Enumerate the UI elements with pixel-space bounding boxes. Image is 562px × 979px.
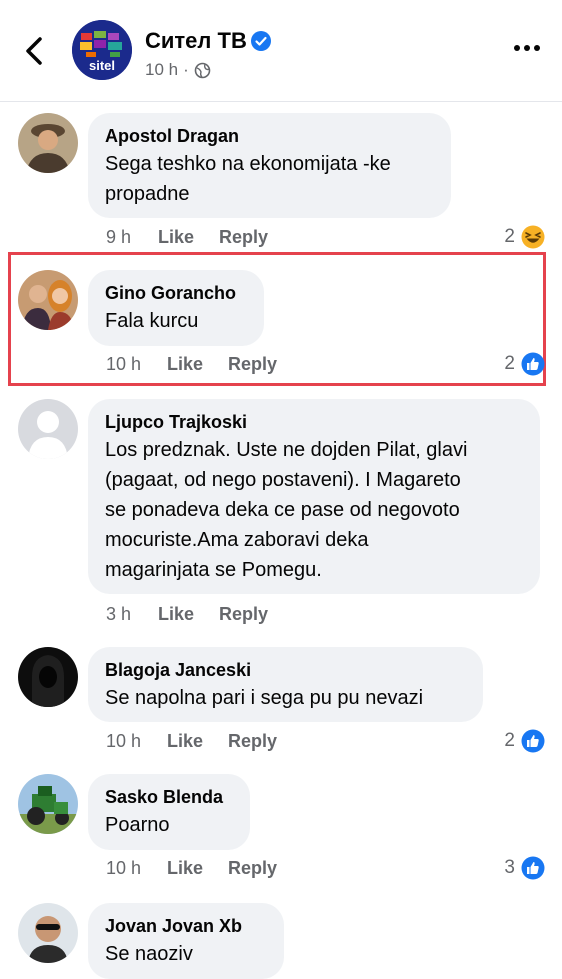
avatar[interactable] [18,270,78,330]
reaction-summary[interactable]: 3 [504,856,545,880]
comment-bubble[interactable]: Sasko Blenda Poarno [88,774,250,850]
reaction-count: 2 [504,730,515,751]
comment-text: Poarno [105,814,170,836]
comment-author[interactable]: Blagoja Janceski [105,657,465,683]
like-button[interactable]: Like [167,858,203,879]
post-time: 10 h [145,60,179,79]
verified-badge-icon [251,31,271,51]
comment-text: Se napolna pari i sega pu pu nevazi [105,687,424,709]
comment-actions: 9 h Like Reply [106,227,268,248]
comment-bubble[interactable]: Gino Gorancho Fala kurcu [88,270,264,346]
comment-bubble[interactable]: Blagoja Janceski Se napolna pari i sega … [88,647,483,722]
haha-reaction-icon [521,225,545,249]
reply-button[interactable]: Reply [219,604,268,625]
comment-time: 9 h [106,227,132,247]
page-name[interactable]: Сител ТВ [145,28,247,54]
comment-time: 10 h [106,354,142,374]
separator: · [183,60,189,79]
reaction-count: 2 [504,226,515,247]
reaction-summary[interactable]: 2 [504,729,545,753]
reaction-count: 2 [504,353,515,374]
comment-bubble[interactable]: Apostol Dragan Sega teshko na ekonomijat… [88,113,451,218]
comment-author[interactable]: Gino Gorancho [105,280,246,306]
post-header: sitel Сител ТВ 10 h · [0,0,562,102]
comment-actions: 10 h Like Reply [106,731,277,752]
comment-time: 10 h [106,858,142,878]
reply-button[interactable]: Reply [228,731,277,752]
logo-text: sitel [89,58,115,73]
comment-time: 10 h [106,731,142,751]
like-button[interactable]: Like [167,731,203,752]
comment-bubble[interactable]: Jovan Jovan Xb Se naoziv [88,903,284,979]
reply-button[interactable]: Reply [219,227,268,248]
comment-text: Sega teshko na ekonomijata -ke propadne [105,153,391,205]
avatar[interactable] [18,647,78,707]
reaction-count: 3 [504,857,515,878]
like-reaction-icon [521,352,545,376]
comment-text: Fala kurcu [105,310,199,332]
avatar[interactable] [18,113,78,173]
like-reaction-icon [521,729,545,753]
page-avatar[interactable]: sitel [72,20,132,80]
post-meta: 10 h · [145,60,211,80]
avatar[interactable] [18,399,78,459]
sitel-logo-icon: sitel [72,20,132,80]
globe-icon [194,62,211,78]
avatar[interactable] [18,903,78,963]
comment-author[interactable]: Apostol Dragan [105,123,433,149]
more-options-icon[interactable] [512,38,542,58]
reply-button[interactable]: Reply [228,354,277,375]
like-button[interactable]: Like [158,604,194,625]
like-button[interactable]: Like [167,354,203,375]
comment-actions: 3 h Like Reply [106,604,268,625]
comment-author[interactable]: Jovan Jovan Xb [105,913,266,939]
reaction-summary[interactable]: 2 [504,225,545,249]
comment-text: Los predznak. Uste ne dojden Pilat, glav… [105,439,468,581]
comment-bubble[interactable]: Ljupco Trajkoski Los predznak. Uste ne d… [88,399,540,594]
comment-actions: 10 h Like Reply [106,354,277,375]
avatar[interactable] [18,774,78,834]
comment-author[interactable]: Sasko Blenda [105,784,232,810]
comment-author[interactable]: Ljupco Trajkoski [105,409,522,435]
like-button[interactable]: Like [158,227,194,248]
reply-button[interactable]: Reply [228,858,277,879]
reaction-summary[interactable]: 2 [504,352,545,376]
comment-text: Se naoziv [105,943,193,965]
back-arrow-icon[interactable] [20,34,50,68]
like-reaction-icon [521,856,545,880]
comment-actions: 10 h Like Reply [106,858,277,879]
comment-time: 3 h [106,604,132,624]
